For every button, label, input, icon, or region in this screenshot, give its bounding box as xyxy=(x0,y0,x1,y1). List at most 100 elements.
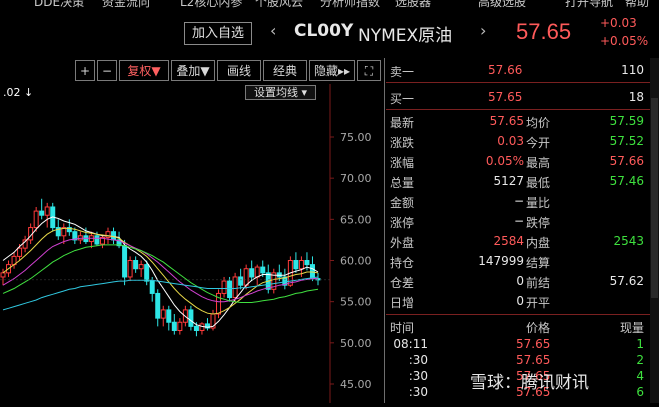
overlay-button[interactable]: 叠加▼ xyxy=(171,60,215,81)
menu-item[interactable]: DDE决策 xyxy=(34,0,84,10)
menu-item[interactable]: 资金流向 xyxy=(102,0,150,10)
quote-stat-value: 57.46 xyxy=(609,174,644,188)
y-tick-label: 70.00 xyxy=(340,172,372,185)
quote-stat-value: 2584 xyxy=(493,234,524,248)
quote-stat-label: 最新 xyxy=(390,116,415,130)
kline-chart-svg[interactable]: 75.00 70.00 65.00 60.00 55.00 50.00 45.00 xyxy=(0,84,383,403)
candle-body xyxy=(0,272,6,278)
quote-stat-value: 57.59 xyxy=(609,114,644,128)
candle-body xyxy=(177,321,183,331)
quote-stat-label: 最高 xyxy=(526,156,551,170)
candle-body xyxy=(166,309,172,323)
kline-chart-area[interactable]: .02 ↓ 设置均线 ▾ 75.00 70.00 65.00 60.00 55.00 50… xyxy=(0,84,383,403)
candle-body xyxy=(238,276,244,286)
sell1-price: 57.66 xyxy=(488,63,523,77)
tick-time: 08:11 xyxy=(393,337,428,351)
zoom-out-button[interactable]: − xyxy=(97,60,117,81)
last-price: 57.65 xyxy=(516,19,572,44)
tick-volume: 6 xyxy=(636,385,644,399)
hide-button[interactable]: 隐藏▸▸ xyxy=(309,60,355,81)
quote-stat-label: 跌停 xyxy=(526,216,551,230)
quote-stat-label: 量比 xyxy=(526,196,551,210)
title-bar: 加入自选 ‹ CL00Y NYMEX原油 › 57.65 +0.03 +0.05… xyxy=(0,10,659,56)
watermark-logo: 雪球：腾讯财讯 xyxy=(470,373,589,393)
sell1-label: 卖一 xyxy=(390,65,415,79)
quote-stat-value: 0.05% xyxy=(485,154,524,168)
quote-stat-label: 持仓 xyxy=(390,256,415,270)
candle-body xyxy=(260,266,266,274)
candle-body xyxy=(105,231,111,238)
menu-item[interactable]: 个股风云 xyxy=(255,0,303,10)
candle-body xyxy=(293,260,299,270)
quote-stat-value: 57.52 xyxy=(609,134,644,148)
candle-body xyxy=(193,325,199,331)
menu-item[interactable]: 帮助 xyxy=(625,0,649,10)
zoom-in-button[interactable]: + xyxy=(75,60,95,81)
classic-button[interactable]: 经典 xyxy=(263,60,307,81)
quote-stat-label: 今开 xyxy=(526,136,551,150)
fullscreen-icon[interactable]: ⛶ xyxy=(357,60,381,81)
menu-item[interactable]: L2核心内参 xyxy=(180,0,242,10)
menu-item[interactable]: 选股器 xyxy=(395,0,431,10)
divider xyxy=(386,314,650,315)
tick-time: :30 xyxy=(408,353,428,367)
quote-stat-label: 总量 xyxy=(390,176,415,190)
quote-stat-label: 最低 xyxy=(526,176,551,190)
tick-header-volume: 现量 xyxy=(619,321,644,335)
candle-body xyxy=(39,210,45,216)
buy1-label: 买一 xyxy=(390,92,415,106)
quote-stat-value: 57.62 xyxy=(609,274,644,288)
quote-stat-value: 0 xyxy=(516,294,524,308)
quote-panel: 卖一 57.66 110 买一 57.65 18 最新 57.65 均价 57.59 涨… xyxy=(386,58,650,403)
draw-line-button[interactable]: 画线 xyxy=(217,60,261,81)
tick-volume: 4 xyxy=(636,369,644,383)
menu-item[interactable]: 高级选股 xyxy=(478,0,526,10)
quote-stat-label: 日增 xyxy=(390,296,415,310)
quote-stat-label: 涨幅 xyxy=(390,156,415,170)
adjust-button[interactable]: 复权▼ xyxy=(119,60,169,81)
menu-item[interactable]: 打开导航 xyxy=(565,0,613,10)
sell1-volume: 110 xyxy=(621,63,644,77)
y-tick-label: 65.00 xyxy=(340,213,372,226)
candle-body xyxy=(298,260,304,270)
symbol-code: CL00Y xyxy=(294,21,354,41)
tick-time: :30 xyxy=(408,385,428,399)
candle-body xyxy=(44,206,50,216)
next-arrow-icon[interactable]: › xyxy=(480,21,486,40)
quote-stat-value: 147999 xyxy=(478,254,524,268)
quote-stat-label: 内盘 xyxy=(526,236,551,250)
candle-body xyxy=(144,264,150,282)
buy1-price: 57.65 xyxy=(488,90,523,104)
candle-body xyxy=(249,268,255,278)
quote-stat-value: 57.65 xyxy=(489,114,524,128)
candle-body xyxy=(122,245,128,278)
tick-price: 57.65 xyxy=(516,337,551,351)
panel-divider xyxy=(384,58,385,403)
candle-body xyxy=(304,260,310,266)
quote-stat-value: 57.66 xyxy=(609,154,644,168)
quote-stat-value: 5127 xyxy=(493,174,524,188)
quote-stat-value: − xyxy=(513,194,524,208)
price-change: +0.03 xyxy=(600,16,637,30)
add-favorite-button[interactable]: 加入自选 xyxy=(184,22,252,45)
menu-item[interactable]: 分析师指数 xyxy=(320,0,380,10)
quote-stat-label: 结算 xyxy=(526,256,551,270)
quote-stat-label: 涨停 xyxy=(390,216,415,230)
ma-settings-dropdown[interactable]: 设置均线 ▾ xyxy=(245,85,316,100)
symbol-name: NYMEX原油 xyxy=(358,26,453,46)
quote-stat-value: − xyxy=(513,214,524,228)
y-tick-label: 60.00 xyxy=(340,255,372,268)
candle-body xyxy=(133,260,139,270)
tick-volume: 2 xyxy=(636,353,644,367)
tick-header-time: 时间 xyxy=(390,321,415,335)
quote-stat-label: 仓差 xyxy=(390,276,415,290)
candle-body xyxy=(171,321,177,331)
prev-arrow-icon[interactable]: ‹ xyxy=(270,21,276,40)
candle-body xyxy=(188,309,194,327)
candle-body xyxy=(138,264,144,270)
quote-stat-value: 0.03 xyxy=(497,134,524,148)
quote-stat-label: 涨跌 xyxy=(390,136,415,150)
scrollbar-thumb[interactable] xyxy=(651,98,658,298)
quote-stat-label: 开平 xyxy=(526,296,551,310)
top-menu-bar: DDE决策 资金流向 L2核心内参 个股风云 分析师指数 选股器 高级选股 打开… xyxy=(0,0,659,10)
